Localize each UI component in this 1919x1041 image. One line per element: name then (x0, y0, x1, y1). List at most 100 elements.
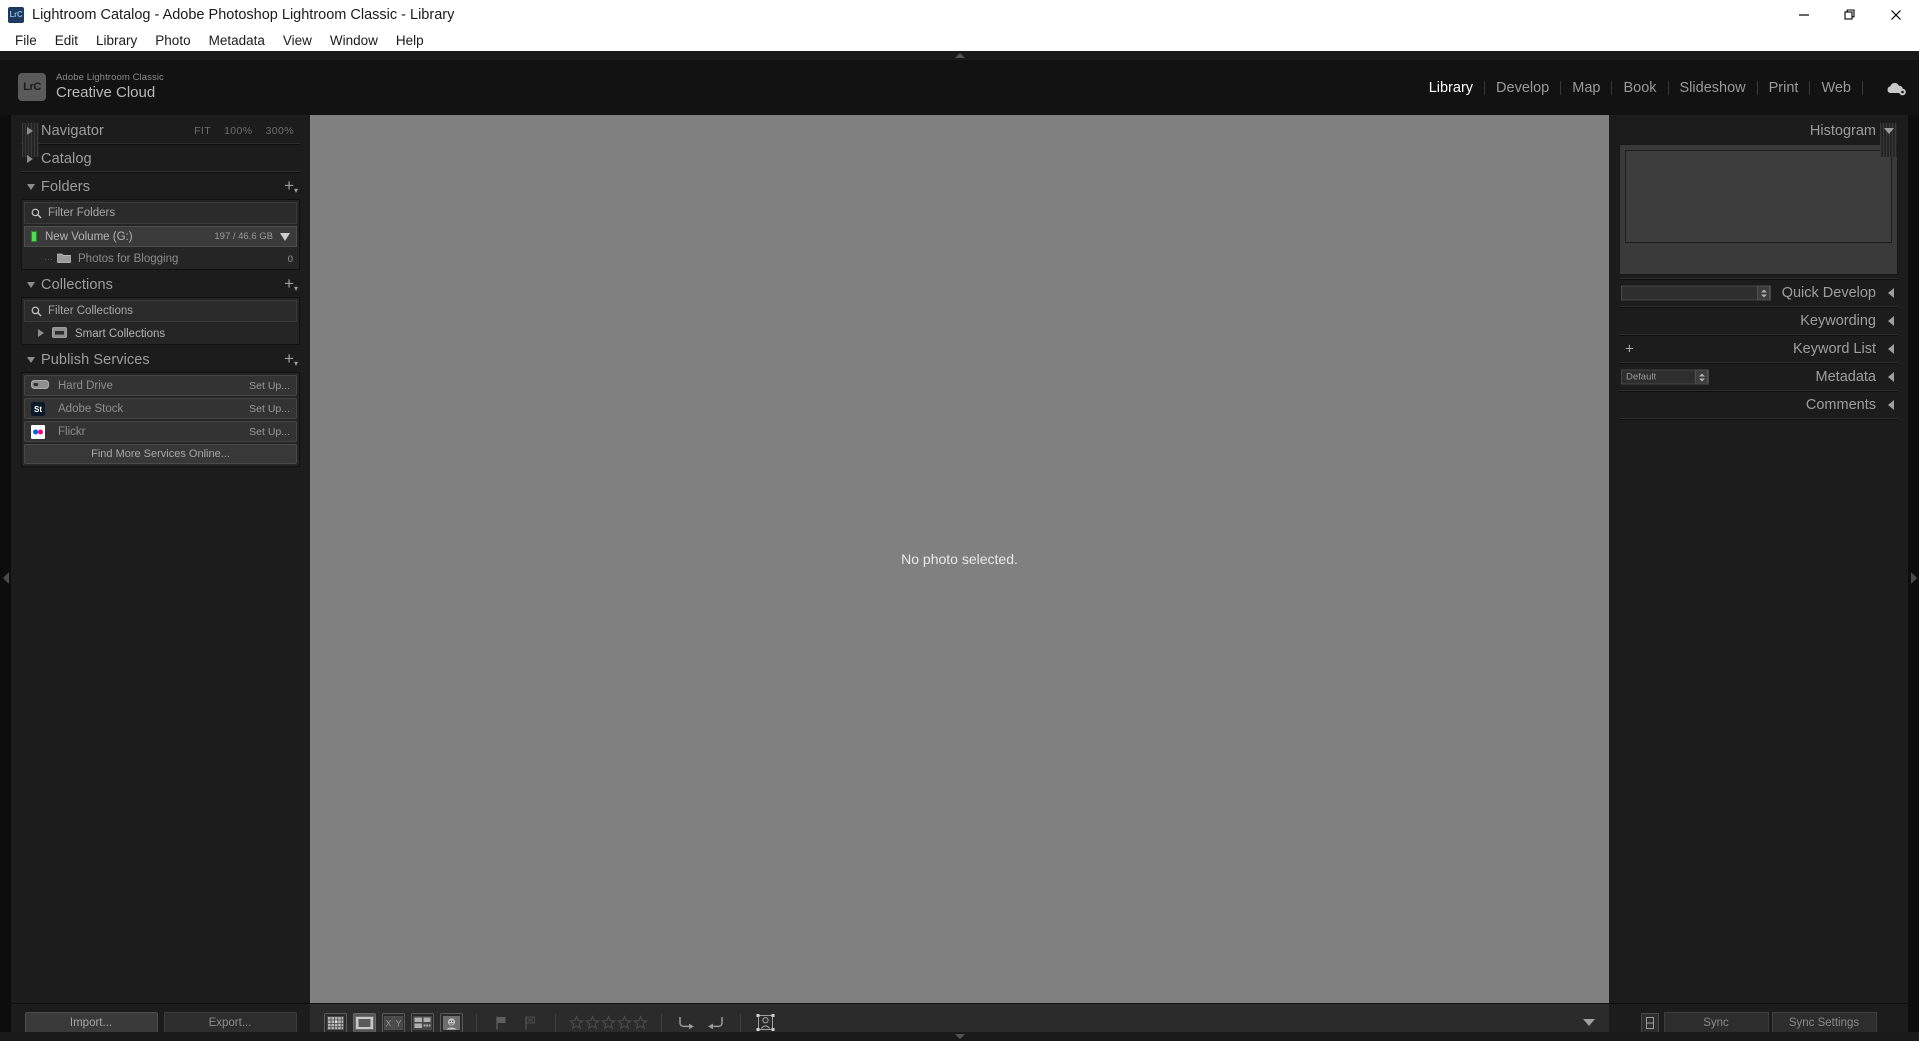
section-keyword-list[interactable]: + Keyword List (1619, 336, 1898, 362)
module-web[interactable]: Web (1810, 80, 1862, 96)
toolbar-dropdown-icon[interactable] (1583, 1019, 1595, 1026)
section-navigator[interactable]: Navigator FIT 100% 300% (21, 118, 300, 143)
spinner-icon[interactable] (1757, 285, 1770, 301)
section-collections[interactable]: Collections + ▾ (21, 272, 300, 297)
publish-disclosure-icon[interactable] (27, 356, 35, 363)
people-view-icon[interactable] (440, 1012, 463, 1033)
flickr-setup-link[interactable]: Set Up... (249, 426, 290, 438)
menu-photo[interactable]: Photo (146, 31, 199, 50)
folder-row[interactable]: ⋯ Photos for Blogging 0 (22, 249, 299, 269)
top-panel-toggle[interactable] (0, 51, 1919, 60)
smart-collections-row[interactable]: Smart Collections (22, 324, 299, 344)
add-folder-icon[interactable]: + ▾ (284, 177, 298, 195)
section-metadata[interactable]: Default Metadata (1619, 364, 1898, 390)
sync-settings-button[interactable]: Sync Settings (1771, 1012, 1877, 1033)
metadata-disclosure-icon[interactable] (1888, 372, 1894, 382)
crop-overlay-icon[interactable] (754, 1013, 777, 1033)
menu-window[interactable]: Window (321, 31, 387, 50)
module-print[interactable]: Print (1758, 80, 1810, 96)
metadata-dropdown[interactable]: Default (1621, 369, 1709, 385)
menu-view[interactable]: View (274, 31, 321, 50)
zoom-100[interactable]: 100% (224, 125, 252, 137)
menu-library[interactable]: Library (87, 31, 146, 50)
cloud-sync-icon[interactable] (1885, 81, 1907, 101)
volume-menu-icon[interactable] (280, 232, 290, 241)
zoom-fit[interactable]: FIT (194, 125, 211, 137)
metadata-dropdown-value: Default (1626, 371, 1657, 383)
collections-box: Filter Collections Smart Collections (21, 297, 300, 345)
survey-view-icon[interactable] (411, 1012, 434, 1033)
section-keywording[interactable]: Keywording (1619, 308, 1898, 334)
minimize-button[interactable] (1781, 0, 1827, 29)
window-titlebar: LrC Lightroom Catalog - Adobe Photoshop … (0, 0, 1919, 29)
filter-folders-input[interactable]: Filter Folders (24, 202, 297, 224)
module-map[interactable]: Map (1561, 80, 1611, 96)
metadata-preset-select[interactable]: Default (1621, 369, 1709, 385)
import-button[interactable]: Import... (24, 1011, 158, 1034)
flag-reject-icon[interactable] (519, 1013, 542, 1033)
right-panel-content: Histogram Quick Develop Keywording + Key… (1609, 115, 1908, 1003)
rating-stars[interactable] (569, 1015, 648, 1030)
right-panel-collapse[interactable] (1908, 115, 1919, 1041)
histogram-panel[interactable] (1619, 144, 1898, 275)
catalog-disclosure-icon[interactable] (27, 154, 33, 163)
section-publish-services[interactable]: Publish Services + ▾ (21, 347, 300, 372)
keywording-title: Keywording (1800, 313, 1876, 329)
menu-metadata[interactable]: Metadata (200, 31, 274, 50)
section-catalog[interactable]: Catalog (21, 146, 300, 171)
rotate-left-icon[interactable] (704, 1013, 727, 1033)
menu-edit[interactable]: Edit (46, 31, 87, 50)
zoom-300[interactable]: 300% (266, 125, 294, 137)
quick-develop-preset-select[interactable] (1621, 285, 1771, 301)
spinner-icon[interactable] (1695, 369, 1708, 385)
sync-toggle-icon[interactable] (1640, 1012, 1659, 1033)
folder-volume-row[interactable]: New Volume (G:) 197 / 46.6 GB (24, 226, 297, 247)
restore-button[interactable] (1827, 0, 1873, 29)
histogram-title: Histogram (1809, 123, 1876, 139)
module-book[interactable]: Book (1612, 80, 1667, 96)
menu-file[interactable]: File (6, 31, 46, 50)
navigator-disclosure-icon[interactable] (27, 126, 33, 135)
module-develop[interactable]: Develop (1485, 80, 1560, 96)
publish-service-hard-drive[interactable]: Hard Drive Set Up... (24, 375, 297, 396)
preset-dropdown[interactable] (1621, 285, 1771, 301)
section-histogram[interactable]: Histogram (1619, 118, 1898, 144)
flag-pick-icon[interactable] (490, 1013, 513, 1033)
left-panel-collapse[interactable] (0, 115, 11, 1041)
section-quick-develop[interactable]: Quick Develop (1619, 280, 1898, 306)
close-button[interactable] (1873, 0, 1919, 29)
keywording-disclosure-icon[interactable] (1888, 316, 1894, 326)
grid-view-icon[interactable] (324, 1012, 347, 1033)
filter-collections-input[interactable]: Filter Collections (24, 300, 297, 322)
comments-disclosure-icon[interactable] (1888, 400, 1894, 410)
publish-service-adobe-stock[interactable]: St Adobe Stock Set Up... (24, 398, 297, 419)
find-more-services-button[interactable]: Find More Services Online... (24, 444, 297, 464)
add-publish-service-icon[interactable]: + ▾ (284, 350, 298, 368)
export-button[interactable]: Export... (163, 1011, 297, 1034)
hard-drive-setup-link[interactable]: Set Up... (249, 380, 290, 392)
section-folders[interactable]: Folders + ▾ (21, 174, 300, 199)
menu-help[interactable]: Help (387, 31, 433, 50)
star-icon (601, 1015, 616, 1030)
rotate-right-icon[interactable] (675, 1013, 698, 1033)
svg-text:X: X (385, 1018, 391, 1028)
smart-collections-disclosure-icon[interactable] (38, 328, 44, 340)
module-library[interactable]: Library (1418, 80, 1484, 96)
photo-canvas[interactable]: No photo selected. (310, 115, 1609, 1003)
quick-develop-disclosure-icon[interactable] (1888, 288, 1894, 298)
histogram-disclosure-icon[interactable] (1884, 128, 1894, 134)
keyword-list-disclosure-icon[interactable] (1888, 344, 1894, 354)
loupe-view-icon[interactable] (353, 1012, 376, 1033)
identity-plate[interactable]: LrC Adobe Lightroom Classic Creative Clo… (18, 72, 164, 102)
folders-disclosure-icon[interactable] (27, 183, 35, 190)
compare-view-icon[interactable]: X Y (382, 1012, 405, 1033)
publish-service-flickr[interactable]: Flickr Set Up... (24, 421, 297, 442)
add-keyword-icon[interactable]: + (1625, 342, 1634, 357)
add-collection-icon[interactable]: + ▾ (284, 275, 298, 293)
module-slideshow[interactable]: Slideshow (1669, 80, 1757, 96)
filmstrip-toggle[interactable] (0, 1032, 1919, 1041)
collections-disclosure-icon[interactable] (27, 281, 35, 288)
adobe-stock-setup-link[interactable]: Set Up... (249, 403, 290, 415)
section-comments[interactable]: Comments (1619, 392, 1898, 418)
sync-button[interactable]: Sync (1663, 1012, 1769, 1033)
